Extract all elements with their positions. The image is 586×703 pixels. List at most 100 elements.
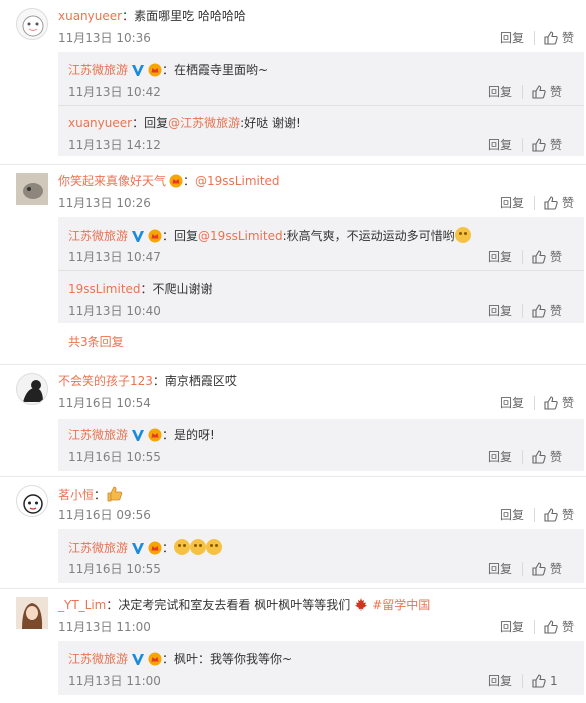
- divider: [522, 85, 523, 99]
- verified-v-icon: [132, 231, 145, 242]
- like-button[interactable]: 赞: [532, 137, 562, 153]
- mention-link[interactable]: @19ssLimited: [198, 229, 283, 243]
- like-button[interactable]: 赞: [532, 561, 562, 577]
- like-button[interactable]: 赞: [532, 84, 562, 100]
- reply-username[interactable]: 江苏微旅游: [68, 428, 128, 442]
- vip-crown-icon[interactable]: [148, 652, 162, 666]
- thumbs-up-icon: [532, 250, 546, 264]
- reply-button[interactable]: 回复: [488, 137, 512, 153]
- reply-item: 19ssLimited：不爬山谢谢 11月13日 10:40 回复 赞: [58, 271, 584, 323]
- vip-crown-icon[interactable]: [148, 63, 162, 77]
- vip-crown-icon[interactable]: [148, 428, 162, 442]
- reply-button[interactable]: 回复: [500, 619, 524, 635]
- divider: [534, 620, 535, 634]
- mention-link[interactable]: @19ssLimited: [195, 174, 280, 188]
- comment-timestamp: 11月13日 10:26: [58, 196, 151, 210]
- divider: [534, 196, 535, 210]
- comment-thread: 茗小恒： 11月16日 09:56 回复 赞 江苏微旅游： 11月16日 10:…: [0, 477, 586, 589]
- verified-v-icon: [132, 65, 145, 76]
- vip-crown-icon[interactable]: [148, 541, 162, 555]
- grin-emoji-icon: [206, 539, 223, 555]
- comment-feed: xuanyueer：素面哪里吃 哈哈哈哈 11月13日 10:36 回复 赞 江…: [0, 0, 586, 703]
- reply-button[interactable]: 回复: [500, 30, 524, 46]
- like-button[interactable]: 赞: [532, 449, 562, 465]
- thumbs-up-icon: [544, 396, 558, 410]
- divider: [522, 250, 523, 264]
- avatar[interactable]: [16, 8, 48, 40]
- divider: [534, 31, 535, 45]
- avatar[interactable]: [16, 485, 48, 517]
- vip-crown-icon[interactable]: [148, 229, 162, 243]
- like-button[interactable]: 赞: [544, 507, 574, 523]
- divider: [534, 396, 535, 410]
- reply-box: 江苏微旅游 ：回复@19ssLimited:秋高气爽，不运动运动多可惜哟 11月1…: [58, 217, 584, 323]
- thumbs-up-icon: [544, 508, 558, 522]
- avatar[interactable]: [16, 373, 48, 405]
- reply-button[interactable]: 回复: [500, 507, 524, 523]
- comment-body: 你笑起来真像好天气 ：@19ssLimited: [58, 174, 280, 188]
- reply-button[interactable]: 回复: [488, 84, 512, 100]
- reply-item: 江苏微旅游 ：回复@19ssLimited:秋高气爽，不运动运动多可惜哟 11月1…: [58, 217, 584, 271]
- reply-timestamp: 11月13日 11:00: [68, 674, 161, 688]
- like-button[interactable]: 1: [532, 673, 558, 689]
- reply-username[interactable]: 19ssLimited: [68, 282, 141, 296]
- divider: [522, 562, 523, 576]
- thumbs-up-icon: [532, 85, 546, 99]
- reply-box: 江苏微旅游 ：在栖霞寺里面哟~ 11月13日 10:42 回复 赞 xuanyue…: [58, 52, 584, 156]
- like-button[interactable]: 赞: [532, 303, 562, 319]
- reply-box: 江苏微旅游 ：枫叶：我等你我等你~ 11月13日 11:00 回复 1: [58, 641, 584, 695]
- reply-username[interactable]: xuanyueer: [68, 116, 132, 130]
- show-more-replies-link[interactable]: 共3条回复: [68, 334, 124, 350]
- like-button[interactable]: 赞: [544, 195, 574, 211]
- reply-username[interactable]: 江苏微旅游: [68, 652, 128, 666]
- vip-crown-icon[interactable]: [169, 174, 183, 188]
- verified-v-icon: [132, 543, 145, 554]
- reply-text: 是的呀!: [174, 428, 215, 442]
- comment-timestamp: 11月13日 10:36: [58, 31, 151, 45]
- verified-v-icon: [132, 430, 145, 441]
- comment-username[interactable]: _YT_Lim: [58, 598, 106, 612]
- reply-timestamp: 11月13日 10:47: [68, 250, 161, 264]
- thumbs-up-icon: [532, 562, 546, 576]
- mention-link[interactable]: @江苏微旅游: [168, 116, 240, 130]
- comment-username[interactable]: 你笑起来真像好天气: [58, 174, 166, 188]
- comment-body: xuanyueer：素面哪里吃 哈哈哈哈: [58, 9, 246, 23]
- comment-username[interactable]: 茗小恒: [58, 488, 94, 502]
- reply-button[interactable]: 回复: [500, 195, 524, 211]
- like-button[interactable]: 赞: [544, 30, 574, 46]
- reply-button[interactable]: 回复: [500, 395, 524, 411]
- like-button[interactable]: 赞: [544, 395, 574, 411]
- reply-button[interactable]: 回复: [488, 449, 512, 465]
- comment-text: 决定考完试和室友去看看 枫叶枫叶等等我们: [118, 598, 351, 612]
- reply-body: 江苏微旅游 ：枫叶：我等你我等你~: [68, 652, 293, 666]
- comment-username[interactable]: xuanyueer: [58, 9, 122, 23]
- thumbs-up-icon: [532, 138, 546, 152]
- reply-username[interactable]: 江苏微旅游: [68, 63, 128, 77]
- reply-username[interactable]: 江苏微旅游: [68, 541, 128, 555]
- hashtag-link[interactable]: #留学中国: [372, 598, 430, 612]
- reply-button[interactable]: 回复: [488, 303, 512, 319]
- comment-text: 素面哪里吃 哈哈哈哈: [134, 9, 246, 23]
- reply-item: 江苏微旅游： 11月16日 10:55 回复 赞: [58, 529, 584, 583]
- reply-text: :好哒 谢谢!: [240, 116, 301, 130]
- avatar[interactable]: [16, 173, 48, 205]
- comment-username[interactable]: 不会笑的孩子123: [58, 374, 153, 388]
- reply-button[interactable]: 回复: [488, 561, 512, 577]
- reply-item: xuanyueer：回复@江苏微旅游:好哒 谢谢! 11月13日 14:12 回…: [58, 106, 584, 156]
- reply-button[interactable]: 回复: [488, 249, 512, 265]
- reply-body: 江苏微旅游 ：是的呀!: [68, 428, 215, 442]
- like-button[interactable]: 赞: [532, 249, 562, 265]
- reply-timestamp: 11月16日 10:55: [68, 562, 161, 576]
- avatar[interactable]: [16, 597, 48, 629]
- comment-text: 南京栖霞区哎: [164, 374, 237, 388]
- thumbs-up-icon: [532, 450, 546, 464]
- reply-item: 江苏微旅游 ：在栖霞寺里面哟~ 11月13日 10:42 回复 赞: [58, 52, 584, 106]
- comment-timestamp: 11月16日 09:56: [58, 508, 151, 522]
- reply-item: 江苏微旅游 ：是的呀! 11月16日 10:55 回复 赞: [58, 419, 584, 471]
- like-button[interactable]: 赞: [544, 619, 574, 635]
- reply-username[interactable]: 江苏微旅游: [68, 229, 128, 243]
- comment-thread: 你笑起来真像好天气 ：@19ssLimited 11月13日 10:26 回复 赞…: [0, 165, 586, 365]
- reply-button[interactable]: 回复: [488, 673, 512, 689]
- divider: [522, 304, 523, 318]
- comment-thread: xuanyueer：素面哪里吃 哈哈哈哈 11月13日 10:36 回复 赞 江…: [0, 0, 586, 165]
